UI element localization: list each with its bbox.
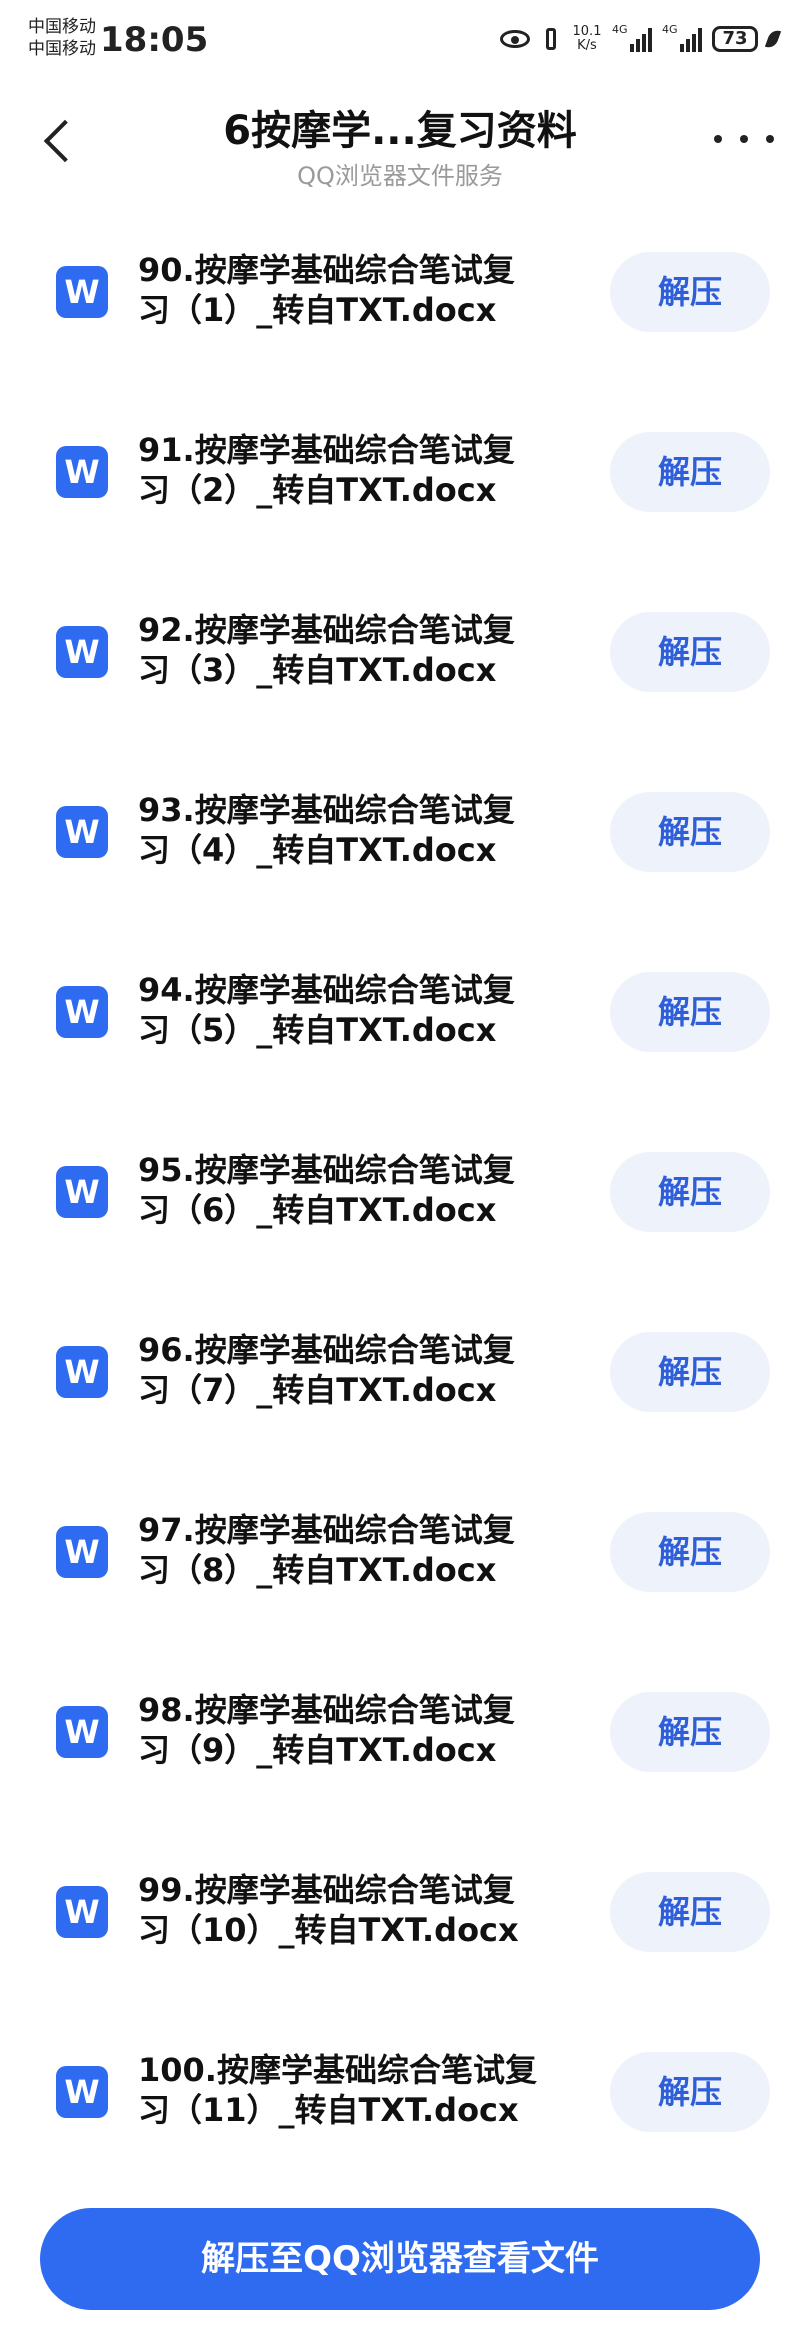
status-time: 18:05 bbox=[100, 20, 209, 60]
file-name: 97.按摩学基础综合笔试复 习（8）_转自TXT.docx bbox=[138, 1510, 578, 1590]
app-header: 6按摩学...复习资料 QQ浏览器文件服务 bbox=[0, 80, 800, 200]
word-file-icon: W bbox=[56, 1526, 108, 1578]
file-name: 92.按摩学基础综合笔试复 习（3）_转自TXT.docx bbox=[138, 610, 578, 690]
file-name-line: 94.按摩学基础综合笔试复 bbox=[138, 971, 515, 1009]
battery-icon: 73 bbox=[712, 26, 758, 52]
file-name-line: 91.按摩学基础综合笔试复 bbox=[138, 431, 515, 469]
status-icons: 10.1 K/s 4G 4G 73 bbox=[500, 22, 782, 56]
list-item[interactable]: W 93.按摩学基础综合笔试复 习（4）_转自TXT.docx 解压 bbox=[0, 770, 800, 950]
file-name-line: 92.按摩学基础综合笔试复 bbox=[138, 611, 515, 649]
more-dots-icon bbox=[740, 135, 748, 143]
status-bar: 中国移动 中国移动 18:05 10.1 K/s 4G 4G 73 bbox=[0, 0, 800, 80]
vibrate-icon bbox=[540, 26, 562, 52]
extract-button[interactable]: 解压 bbox=[610, 612, 770, 692]
page-subtitle: QQ浏览器文件服务 bbox=[297, 162, 503, 190]
extract-button[interactable]: 解压 bbox=[610, 1512, 770, 1592]
word-file-icon: W bbox=[56, 1886, 108, 1938]
file-name: 99.按摩学基础综合笔试复 习（10）_转自TXT.docx bbox=[138, 1870, 578, 1950]
file-name-line: 习（9）_转自TXT.docx bbox=[138, 1731, 497, 1769]
word-file-icon: W bbox=[56, 446, 108, 498]
file-name: 93.按摩学基础综合笔试复 习（4）_转自TXT.docx bbox=[138, 790, 578, 870]
leaf-icon bbox=[764, 27, 782, 51]
file-name: 98.按摩学基础综合笔试复 习（9）_转自TXT.docx bbox=[138, 1690, 578, 1770]
file-name: 90.按摩学基础综合笔试复 习（1）_转自TXT.docx bbox=[138, 250, 578, 330]
file-name-line: 习（3）_转自TXT.docx bbox=[138, 651, 497, 689]
file-name-line: 99.按摩学基础综合笔试复 bbox=[138, 1871, 515, 1909]
word-file-icon: W bbox=[56, 986, 108, 1038]
extract-button[interactable]: 解压 bbox=[610, 972, 770, 1052]
list-item[interactable]: W 96.按摩学基础综合笔试复 习（7）_转自TXT.docx 解压 bbox=[0, 1310, 800, 1490]
word-file-icon: W bbox=[56, 2066, 108, 2118]
signal-icon: 4G bbox=[612, 23, 652, 52]
extract-button[interactable]: 解压 bbox=[610, 1872, 770, 1952]
list-item[interactable]: W 100.按摩学基础综合笔试复 习（11）_转自TXT.docx 解压 bbox=[0, 2030, 800, 2210]
word-file-icon: W bbox=[56, 626, 108, 678]
file-name: 94.按摩学基础综合笔试复 习（5）_转自TXT.docx bbox=[138, 970, 578, 1050]
file-name-line: 习（7）_转自TXT.docx bbox=[138, 1371, 497, 1409]
file-name-line: 90.按摩学基础综合笔试复 bbox=[138, 251, 515, 289]
list-item[interactable]: W 95.按摩学基础综合笔试复 习（6）_转自TXT.docx 解压 bbox=[0, 1130, 800, 1310]
file-name-line: 习（11）_转自TXT.docx bbox=[138, 2091, 519, 2129]
extract-to-browser-button[interactable]: 解压至QQ浏览器查看文件 bbox=[40, 2208, 760, 2310]
net-speed-value: 10.1 bbox=[572, 24, 602, 39]
file-name-line: 95.按摩学基础综合笔试复 bbox=[138, 1151, 515, 1189]
extract-button[interactable]: 解压 bbox=[610, 1332, 770, 1412]
file-name-line: 习（4）_转自TXT.docx bbox=[138, 831, 497, 869]
word-file-icon: W bbox=[56, 1706, 108, 1758]
net-speed: 10.1 K/s bbox=[572, 25, 602, 53]
file-name-line: 100.按摩学基础综合笔试复 bbox=[138, 2051, 537, 2089]
file-list: W 90.按摩学基础综合笔试复 习（1）_转自TXT.docx 解压 W 91.… bbox=[0, 230, 800, 2210]
word-file-icon: W bbox=[56, 1346, 108, 1398]
extract-button[interactable]: 解压 bbox=[610, 252, 770, 332]
list-item[interactable]: W 90.按摩学基础综合笔试复 习（1）_转自TXT.docx 解压 bbox=[0, 230, 800, 410]
signal-2-tag: 4G bbox=[662, 23, 678, 36]
carrier-1: 中国移动 bbox=[28, 17, 96, 37]
file-name: 96.按摩学基础综合笔试复 习（7）_转自TXT.docx bbox=[138, 1330, 578, 1410]
carrier-labels: 中国移动 中国移动 bbox=[28, 16, 96, 60]
file-name-line: 97.按摩学基础综合笔试复 bbox=[138, 1511, 515, 1549]
file-name-line: 96.按摩学基础综合笔试复 bbox=[138, 1331, 515, 1369]
word-file-icon: W bbox=[56, 266, 108, 318]
more-dots-icon bbox=[714, 135, 722, 143]
extract-button[interactable]: 解压 bbox=[610, 792, 770, 872]
list-item[interactable]: W 91.按摩学基础综合笔试复 习（2）_转自TXT.docx 解压 bbox=[0, 410, 800, 590]
extract-button[interactable]: 解压 bbox=[610, 1692, 770, 1772]
word-file-icon: W bbox=[56, 806, 108, 858]
list-item[interactable]: W 97.按摩学基础综合笔试复 习（8）_转自TXT.docx 解压 bbox=[0, 1490, 800, 1670]
list-item[interactable]: W 98.按摩学基础综合笔试复 习（9）_转自TXT.docx 解压 bbox=[0, 1670, 800, 1850]
file-name: 91.按摩学基础综合笔试复 习（2）_转自TXT.docx bbox=[138, 430, 578, 510]
signal-icon: 4G bbox=[662, 23, 702, 52]
file-name-line: 习（5）_转自TXT.docx bbox=[138, 1011, 497, 1049]
word-file-icon: W bbox=[56, 1166, 108, 1218]
file-name: 100.按摩学基础综合笔试复 习（11）_转自TXT.docx bbox=[138, 2050, 578, 2130]
file-name-line: 习（1）_转自TXT.docx bbox=[138, 291, 497, 329]
list-item[interactable]: W 94.按摩学基础综合笔试复 习（5）_转自TXT.docx 解压 bbox=[0, 950, 800, 1130]
extract-button[interactable]: 解压 bbox=[610, 2052, 770, 2132]
file-name-line: 98.按摩学基础综合笔试复 bbox=[138, 1691, 515, 1729]
net-speed-unit: K/s bbox=[577, 38, 597, 53]
file-name-line: 习（8）_转自TXT.docx bbox=[138, 1551, 497, 1589]
eye-icon bbox=[500, 30, 530, 48]
file-name-line: 习（2）_转自TXT.docx bbox=[138, 471, 497, 509]
more-button[interactable] bbox=[714, 124, 774, 154]
file-name-line: 93.按摩学基础综合笔试复 bbox=[138, 791, 515, 829]
file-name: 95.按摩学基础综合笔试复 习（6）_转自TXT.docx bbox=[138, 1150, 578, 1230]
list-item[interactable]: W 99.按摩学基础综合笔试复 习（10）_转自TXT.docx 解压 bbox=[0, 1850, 800, 2030]
carrier-2: 中国移动 bbox=[28, 39, 96, 59]
extract-button[interactable]: 解压 bbox=[610, 432, 770, 512]
signal-1-tag: 4G bbox=[612, 23, 628, 36]
file-name-line: 习（10）_转自TXT.docx bbox=[138, 1911, 519, 1949]
page-title: 6按摩学...复习资料 bbox=[223, 108, 577, 154]
file-name-line: 习（6）_转自TXT.docx bbox=[138, 1191, 497, 1229]
list-item[interactable]: W 92.按摩学基础综合笔试复 习（3）_转自TXT.docx 解压 bbox=[0, 590, 800, 770]
extract-button[interactable]: 解压 bbox=[610, 1152, 770, 1232]
more-dots-icon bbox=[766, 135, 774, 143]
